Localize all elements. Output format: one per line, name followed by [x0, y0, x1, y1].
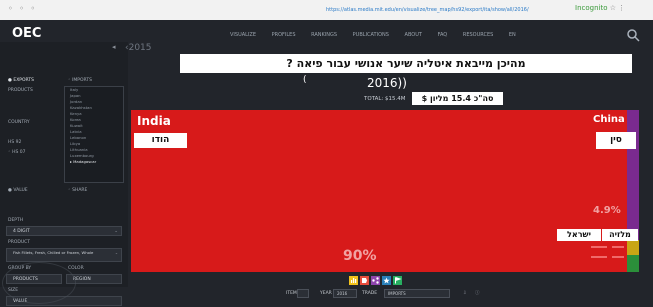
trade-label: TRADE: [362, 291, 378, 296]
treemap-pct-china: 4.9%: [593, 205, 621, 216]
treemap-segment[interactable]: [627, 240, 639, 255]
hebrew-israel-overlay: ישראל: [557, 229, 601, 241]
radio-value[interactable]: ● VALUE: [8, 188, 28, 194]
treemap-small-mark: [591, 256, 607, 258]
filter-products[interactable]: PRODUCTS: [8, 88, 33, 94]
hebrew-india-overlay: הודו: [134, 133, 187, 148]
nav-item[interactable]: RESOURCES: [463, 32, 493, 38]
filter-country[interactable]: COUNTRY: [8, 120, 30, 126]
depth-value: 4 DIGIT: [13, 229, 30, 234]
list-item[interactable]: ▸ Madagascar: [65, 159, 123, 165]
nav-item[interactable]: VISUALIZE: [230, 32, 256, 38]
nav-item[interactable]: EN: [509, 32, 516, 38]
hebrew-china-overlay: סין: [596, 132, 636, 149]
treemap-segment[interactable]: [627, 255, 639, 272]
window-controls[interactable]: ◦ ◦ ◦: [8, 4, 37, 13]
filter-hs92[interactable]: HS 92: [8, 140, 21, 146]
browser-status: Incognito ☆ ⋮: [575, 4, 625, 12]
chevron-down-icon: ⌄: [114, 250, 118, 255]
nav-item[interactable]: FAQ: [438, 32, 448, 38]
item-label: ITEM: [286, 291, 297, 296]
tag-icon[interactable]: [360, 276, 369, 285]
depth-dropdown[interactable]: 4 DIGIT ⌄: [6, 226, 122, 236]
bookmark-menu-icon[interactable]: ☆ ⋮: [610, 4, 626, 12]
info-icon[interactable]: ⓘ: [475, 289, 480, 298]
oec-logo[interactable]: OEC: [12, 26, 41, 41]
title-paren: (: [303, 75, 307, 85]
filter-hs07[interactable]: ◦ HS 07: [8, 150, 25, 156]
hebrew-title-overlay: מהיכן מייבאת איטליה שיער אנושי עבור פיאה…: [180, 54, 632, 73]
chart-year: 2016)): [367, 76, 407, 90]
treemap-label-india: India: [137, 114, 171, 128]
treemap-small-mark: [591, 246, 607, 248]
nav-item[interactable]: ABOUT: [405, 32, 422, 38]
product-value: Fish Fillets, Fresh, Chilled or Frozen, …: [13, 250, 94, 255]
country-list[interactable]: Italy Japan Jordan Kazakhstan Kenya Kore…: [64, 86, 124, 183]
hebrew-total-overlay: סה"כ 15.4 מליון $: [412, 92, 503, 105]
download-icon[interactable]: ⇩: [463, 289, 467, 298]
trade-select[interactable]: IMPORTS: [384, 289, 450, 298]
chevron-down-icon: ⌄: [114, 229, 118, 234]
radio-share[interactable]: ◦ SHARE: [68, 188, 87, 194]
year-value: 2016: [337, 291, 348, 296]
collapse-arrow-icon[interactable]: ◂: [112, 43, 116, 51]
nav-item[interactable]: RANKINGS: [311, 32, 337, 38]
product-dropdown[interactable]: Fish Fillets, Fresh, Chilled or Frozen, …: [6, 248, 122, 262]
treemap-chart[interactable]: [131, 110, 627, 272]
year-select[interactable]: 2016: [333, 289, 357, 298]
browser-bar: ◦ ◦ ◦ https://atlas.media.mit.edu/en/vis…: [0, 0, 653, 21]
address-bar[interactable]: https://atlas.media.mit.edu/en/visualize…: [326, 6, 571, 15]
treemap-pct-india: 90%: [343, 248, 377, 264]
share-icon[interactable]: [371, 276, 380, 285]
search-icon[interactable]: [626, 28, 640, 42]
filter-exports[interactable]: ● EXPORTS: [8, 78, 34, 84]
item-field[interactable]: [297, 289, 309, 298]
treemap-small-mark: [612, 256, 624, 258]
treemap-small-mark: [612, 246, 624, 248]
top-nav: VISUALIZE PROFILES RANKINGS PUBLICATIONS…: [230, 32, 530, 38]
trade-value: IMPORTS: [388, 291, 406, 296]
watermark-seal: [2, 262, 76, 304]
depth-label: DEPTH: [8, 218, 24, 223]
year-label: YEAR: [320, 291, 332, 296]
incognito-label: Incognito: [575, 4, 608, 12]
chart-total: TOTAL: $15.4M: [364, 96, 406, 102]
flag-icon[interactable]: [393, 276, 402, 285]
filter-imports[interactable]: ◦ IMPORTS: [68, 78, 92, 84]
product-label: PRODUCT: [8, 240, 31, 245]
bar-chart-icon[interactable]: [349, 276, 358, 285]
treemap-label-china: China: [593, 114, 625, 125]
star-icon[interactable]: [382, 276, 391, 285]
nav-item[interactable]: PROFILES: [272, 32, 296, 38]
year-back-button[interactable]: ‹2015: [125, 43, 152, 53]
nav-item[interactable]: PUBLICATIONS: [353, 32, 389, 38]
hebrew-malaysia-overlay: מלזיה: [602, 229, 638, 241]
